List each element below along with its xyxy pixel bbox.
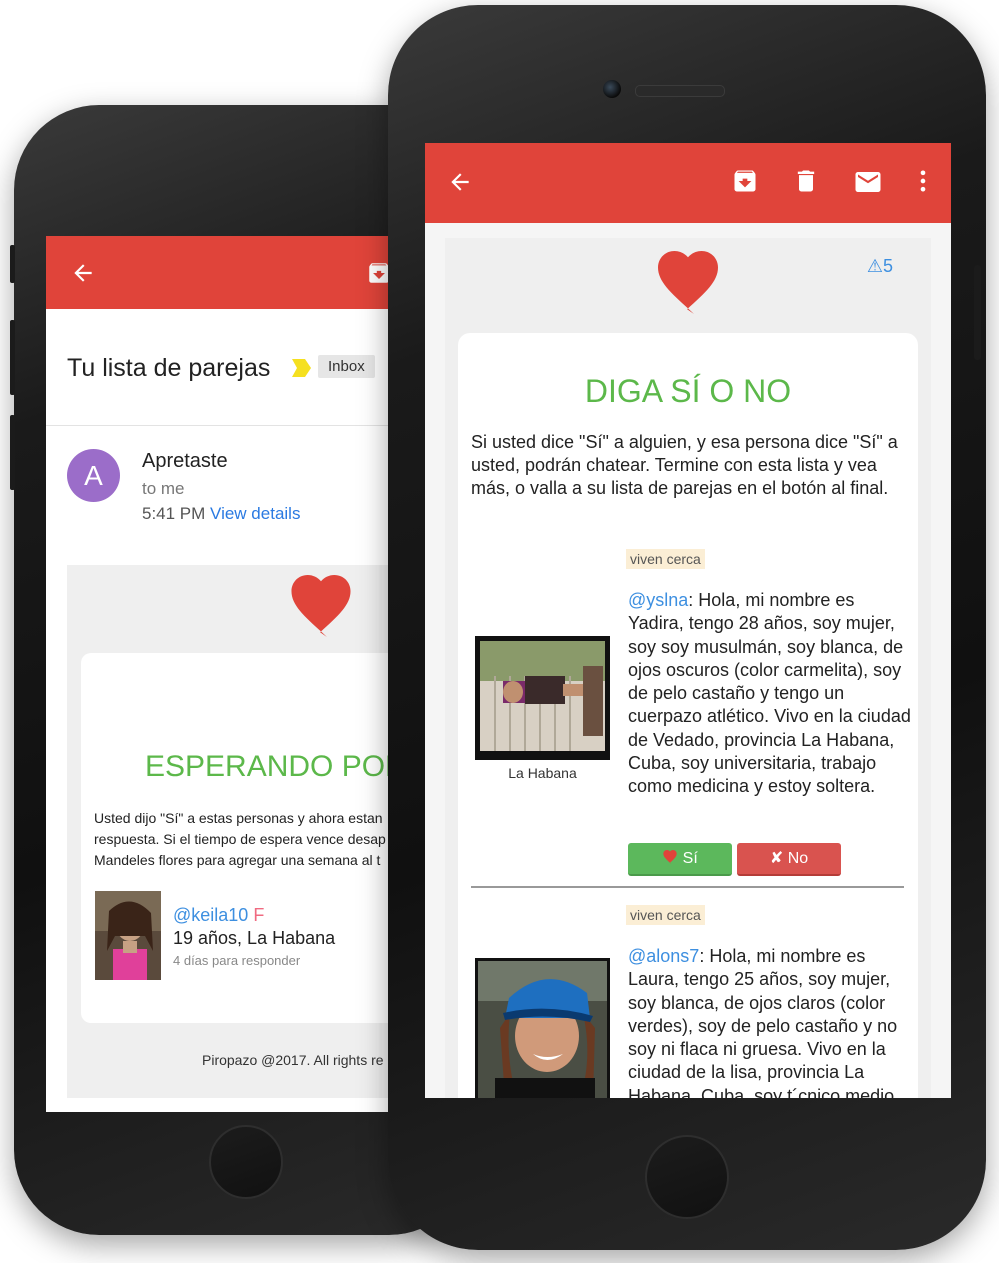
email-body: ESPERANDO POR Usted dijo "Sí" a estas pe…: [67, 565, 389, 1098]
yes-button[interactable]: Sí: [628, 843, 732, 876]
no-button[interactable]: ✘ No: [737, 843, 841, 876]
front-phone-screen: ⚠5 DIGA SÍ O NO Si usted dice "Sí" a alg…: [425, 143, 951, 1098]
archive-icon[interactable]: [731, 167, 759, 200]
card-text-line-1: Usted dijo "Sí" a estas personas y ahora…: [94, 810, 383, 826]
cross-icon: ✘: [769, 850, 784, 867]
card-text-line-3: Mandeles flores para agregar una semana …: [94, 852, 381, 868]
back-arrow-icon[interactable]: [70, 260, 96, 291]
profile-description: @yslna: Hola, mi nombre es Yadira, tengo…: [628, 589, 913, 799]
profiles-card: DIGA SÍ O NO Si usted dice "Sí" a alguie…: [458, 333, 918, 1098]
app-bar: [46, 236, 389, 309]
profile-photo[interactable]: [475, 958, 610, 1098]
recipient-line: to me: [142, 479, 185, 498]
view-details-link[interactable]: View details: [210, 504, 300, 523]
timestamp-line: 5:41 PM View details: [142, 504, 300, 524]
sender-name: Apretaste: [142, 450, 228, 472]
delete-icon[interactable]: [792, 167, 820, 200]
timestamp: 5:41 PM: [142, 504, 206, 523]
earpiece-speaker: [635, 85, 725, 97]
no-button-label: No: [787, 850, 809, 867]
nearby-tag: viven cerca: [626, 549, 705, 569]
nearby-tag: viven cerca: [626, 905, 705, 925]
match-photo[interactable]: [95, 891, 161, 985]
profile-bio: : Hola, mi nombre es Yadira, tengo 28 añ…: [628, 590, 911, 797]
power-button: [974, 265, 981, 360]
intro-text: Si usted dice "Sí" a alguien, y esa pers…: [471, 432, 898, 498]
waiting-card: ESPERANDO POR Usted dijo "Sí" a estas pe…: [81, 653, 389, 1023]
back-phone-screen: Tu lista de parejas Inbox A Apretaste to…: [46, 236, 389, 1112]
email-body: ⚠5 DIGA SÍ O NO Si usted dice "Sí" a alg…: [445, 238, 931, 1098]
heart-icon: [285, 575, 357, 642]
footer-copyright: Piropazo @2017. All rights re: [202, 1052, 384, 1068]
avatar: A: [67, 449, 120, 502]
card-title: DIGA SÍ O NO: [584, 373, 792, 409]
profile-username-link[interactable]: @yslna: [628, 590, 688, 610]
mute-switch: [10, 245, 15, 283]
yes-button-label: Sí: [682, 850, 698, 867]
match-gender: F: [253, 905, 265, 925]
home-button: [645, 1135, 729, 1219]
header-divider: [46, 425, 389, 426]
profile-separator: [471, 886, 904, 888]
archive-icon[interactable]: [366, 260, 389, 291]
match-username-link[interactable]: @keila10: [173, 905, 248, 925]
heart-icon: [652, 246, 724, 321]
front-camera: [603, 80, 621, 98]
profile-description: @alons7: Hola, mi nombre es Laura, tengo…: [628, 945, 913, 1098]
warning-count-badge[interactable]: ⚠5: [867, 256, 893, 277]
more-vertical-icon[interactable]: [909, 167, 937, 200]
card-title: ESPERANDO POR: [145, 750, 389, 783]
profile-photo[interactable]: [475, 636, 610, 760]
email-subject: Tu lista de parejas: [67, 354, 271, 382]
card-text-line-2: respuesta. Si el tiempo de espera vence …: [94, 831, 386, 847]
profile-city: La Habana: [508, 765, 577, 781]
match-details: 19 años, La Habana: [173, 928, 336, 948]
match-username-line: @keila10 F: [173, 905, 264, 926]
profile-username-link[interactable]: @alons7: [628, 946, 699, 966]
volume-down-button: [10, 415, 15, 490]
home-button: [209, 1125, 283, 1199]
inbox-label[interactable]: Inbox: [318, 355, 375, 378]
match-deadline: 4 días para responder: [173, 953, 301, 968]
heart-icon: [662, 850, 682, 867]
mail-icon[interactable]: [853, 167, 883, 202]
back-arrow-icon[interactable]: [447, 169, 473, 200]
volume-up-button: [10, 320, 15, 395]
profile-bio: : Hola, mi nombre es Laura, tengo 25 año…: [628, 946, 898, 1098]
app-bar: [425, 143, 951, 223]
